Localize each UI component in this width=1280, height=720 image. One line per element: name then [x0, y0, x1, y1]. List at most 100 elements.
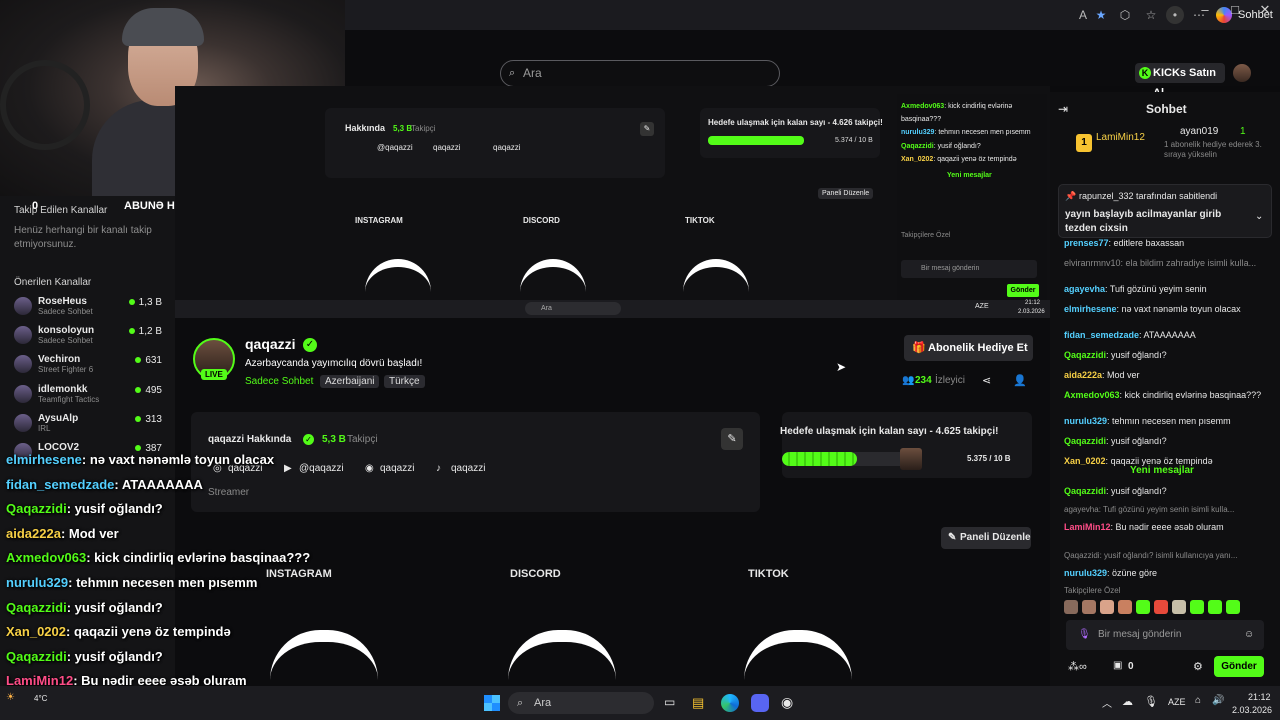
nested-edit-icon[interactable]: ✎ — [640, 122, 654, 136]
tray-chevron-icon[interactable]: ︿ — [1102, 695, 1112, 710]
chat-username[interactable]: nurulu329 — [1064, 568, 1107, 578]
network-icon[interactable]: ⌂ — [1195, 695, 1201, 706]
channel-name[interactable]: qaqazzi — [245, 336, 296, 352]
follow-options-icon[interactable]: 👤 — [1013, 374, 1027, 387]
edit-about-icon[interactable]: ✎ — [721, 428, 743, 450]
chat-username[interactable]: Qaqazzidi — [1064, 350, 1106, 360]
chat-username[interactable]: Qaqazzidi — [1064, 436, 1106, 446]
sidebar-channel[interactable]: RoseHeus Sadece Sohbet 1,3 B — [14, 296, 164, 318]
chat-tools-icon[interactable]: ⁂∞ — [1068, 660, 1087, 673]
chat-username[interactable]: fidan_semedzade — [1064, 330, 1139, 340]
overlay-text: : ATAAAAAAA — [114, 476, 203, 492]
chat-message-input[interactable]: 🎙 Bir mesaj gönderin ☺ — [1066, 620, 1264, 650]
collapse-chat-icon[interactable]: ⇥ — [1058, 102, 1068, 116]
obs-icon[interactable]: ◉ — [781, 694, 793, 711]
nested-about-card: Hakkında 5,3 B Takipçi @qaqazzi qaqazzi … — [325, 108, 665, 178]
close-button[interactable]: ✕ — [1250, 0, 1280, 20]
sidebar-channel[interactable]: AysuAlp IRL 313 — [14, 413, 164, 435]
panel-discord-image[interactable] — [508, 630, 616, 690]
emote-icon[interactable] — [1100, 600, 1114, 614]
chevron-down-icon[interactable]: ⌄ — [1255, 211, 1263, 222]
shop-icon[interactable]: ▣ — [1113, 660, 1122, 671]
emoji-icon[interactable]: ☺ — [1244, 620, 1254, 650]
nested-tiktok-handle[interactable]: qaqazzi — [493, 143, 521, 152]
nested-chat-user[interactable]: Qaqazzidi — [901, 143, 934, 150]
chat-username[interactable]: prenses77 — [1064, 238, 1109, 248]
chat-username[interactable]: Qaqazzidi — [1064, 486, 1106, 496]
volume-icon[interactable]: 🔊 — [1212, 695, 1224, 706]
sidebar-channel[interactable]: konsoloyun Sadece Sohbet 1,2 B — [14, 325, 164, 347]
chat-username[interactable]: agayevha — [1064, 284, 1105, 294]
chat-username[interactable]: Axmedov063 — [1064, 390, 1120, 400]
language-indicator[interactable]: AZE — [1168, 697, 1186, 707]
search-input[interactable]: ⌕ Ara — [500, 60, 780, 87]
chat-username[interactable]: nurulu329 — [1064, 416, 1107, 426]
discord-app-icon[interactable] — [751, 694, 769, 712]
chat-text: yusif oğlandı? — [1111, 486, 1167, 496]
emote-icon[interactable] — [1172, 600, 1186, 614]
panel-instagram-image[interactable] — [270, 630, 378, 690]
favorite-star-icon[interactable]: ★ — [1092, 6, 1110, 24]
emote-icon[interactable] — [1190, 600, 1204, 614]
send-button[interactable]: Gönder — [1214, 656, 1264, 677]
task-view-icon[interactable]: ▭ — [664, 695, 675, 709]
buy-kicks-button[interactable]: KKICKs Satın Al — [1135, 63, 1225, 99]
chat-username[interactable]: Xan_0202 — [1064, 456, 1106, 466]
weather-temp: 4°C — [34, 694, 48, 703]
extension-icon[interactable]: • — [1166, 6, 1184, 24]
read-aloud-icon[interactable]: A — [1074, 6, 1092, 24]
nested-youtube-handle[interactable]: @qaqazzi — [377, 143, 413, 152]
chat-text: yusif oğlandı? — [1111, 436, 1167, 446]
emote-icon[interactable] — [1082, 600, 1096, 614]
discord-link[interactable]: qaqazzi — [380, 463, 414, 474]
clock-date[interactable]: 2.03.2026 — [1232, 705, 1272, 715]
sidebar-channel[interactable]: Vechiron Street Fighter 6 631 — [14, 354, 164, 376]
gift-subscription-button[interactable]: 🎁 Abonelik Hediye Et — [904, 335, 1033, 361]
weather-widget[interactable]: ☀ 4°C — [6, 692, 66, 706]
taskbar-search[interactable]: ⌕ Ara — [508, 692, 654, 714]
share-icon[interactable]: ⋖ — [982, 374, 991, 387]
tiktok-link[interactable]: qaqazzi — [451, 463, 485, 474]
goal-avatar — [900, 448, 922, 470]
windows-start-icon[interactable] — [484, 695, 500, 711]
nested-send-button[interactable]: Gönder — [1007, 284, 1039, 297]
nested-chat-user[interactable]: Xan_0202 — [901, 156, 933, 163]
sidebar-channel[interactable]: idlemonkk Teamfight Tactics 495 — [14, 384, 164, 406]
user-avatar[interactable] — [1233, 64, 1251, 82]
nested-discord-handle[interactable]: qaqazzi — [433, 143, 461, 152]
clock-time[interactable]: 21:12 — [1248, 692, 1271, 702]
emote-icon[interactable] — [1154, 600, 1168, 614]
maximize-button[interactable]: □ — [1220, 0, 1250, 20]
minimize-button[interactable]: – — [1190, 0, 1220, 20]
top-gifter-name[interactable]: LamiMin12 — [1096, 132, 1145, 143]
edge-icon[interactable] — [721, 694, 739, 712]
emote-icon[interactable] — [1136, 600, 1150, 614]
emote-icon[interactable] — [1208, 600, 1222, 614]
chat-settings-icon[interactable]: ⚙ — [1193, 660, 1203, 673]
panel-tiktok-image[interactable] — [744, 630, 852, 690]
youtube-link[interactable]: @qaqazzi — [299, 463, 344, 474]
emote-icon[interactable] — [1064, 600, 1078, 614]
nested-chat-user[interactable]: Axmedov063 — [901, 103, 944, 110]
channel-viewers: 313 — [135, 414, 162, 425]
nested-chat-user[interactable]: nurulu329 — [901, 129, 934, 136]
chat-username[interactable]: LamiMin12 — [1064, 522, 1111, 532]
nested-panel-edit-button[interactable]: Paneli Düzenle — [818, 188, 874, 199]
stream-category[interactable]: Sadece Sohbet — [245, 376, 313, 387]
file-explorer-icon[interactable]: ▤ — [692, 695, 704, 711]
channel-viewers: 495 — [135, 385, 162, 396]
pinned-message[interactable]: 📌 rapunzel_332 tarafından sabitlendi yay… — [1058, 184, 1272, 238]
nested-goal-count: 5.374 / 10 B — [835, 137, 873, 144]
tag-turkce[interactable]: Türkçe — [384, 375, 425, 388]
extensions-icon[interactable]: ⬡ — [1116, 6, 1134, 24]
nested-chat: Axmedov063: kick cindirliq evlərinə basq… — [897, 94, 1047, 304]
favorites-icon[interactable]: ☆ — [1142, 6, 1160, 24]
nested-chat-input[interactable]: Bir mesaj gönderin — [901, 260, 1037, 278]
emote-icon[interactable] — [1118, 600, 1132, 614]
emote-icon[interactable] — [1226, 600, 1240, 614]
chat-username[interactable]: aida222a — [1064, 370, 1102, 380]
tag-azerbaijani[interactable]: Azerbaijani — [320, 375, 380, 388]
chat-username[interactable]: elmirhesene — [1064, 304, 1117, 314]
edit-panels-button[interactable]: ✎ Paneli Düzenle — [941, 527, 1031, 549]
gift-user-name[interactable]: ayan019 — [1180, 126, 1218, 137]
